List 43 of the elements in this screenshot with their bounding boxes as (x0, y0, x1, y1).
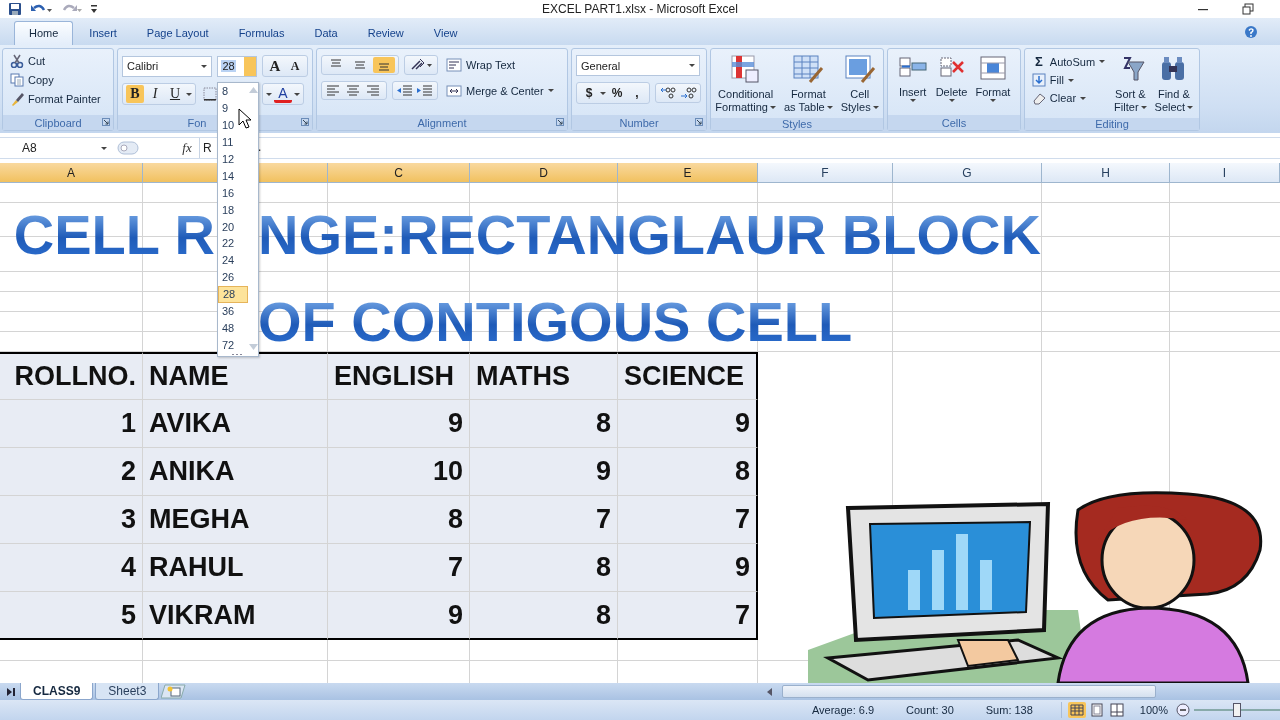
table-cell: AVIKA (143, 400, 328, 448)
group-label: Alignment (417, 116, 467, 129)
table-cell: 5 (0, 592, 143, 640)
table-cell: 8 (618, 448, 758, 496)
table-cell: 9 (328, 400, 470, 448)
table-cell: 7 (618, 592, 758, 640)
header-cell: ENGLISH (328, 352, 470, 400)
window-title: EXCEL PART1.xlsx - Microsoft Excel (542, 2, 738, 16)
table-cell: 8 (470, 400, 618, 448)
status-text: Average: 6.9 (811, 704, 875, 716)
header-cell: NAME (143, 352, 328, 400)
table-cell: 9 (618, 400, 758, 448)
group-label: Cells (941, 116, 967, 129)
table-cell: VIKRAM (143, 592, 328, 640)
group-label: Styles (782, 118, 812, 130)
group-label: Number (619, 116, 659, 129)
header-cell: SCIENCE (618, 352, 758, 400)
status-text: Sum: 138 (985, 704, 1033, 716)
table-cell: 8 (328, 496, 470, 544)
table-cell: RAHUL (143, 544, 328, 592)
group-label: Editing (1095, 118, 1129, 130)
table-cell: 1 (0, 400, 143, 448)
table-cell: 4 (0, 544, 143, 592)
table-cell: 7 (328, 544, 470, 592)
table-cell: 3 (0, 496, 143, 544)
header-cell: ROLLNO. (0, 352, 143, 400)
table-cell: 7 (618, 496, 758, 544)
formula-text: R (203, 141, 212, 155)
table-cell: 8 (470, 592, 618, 640)
table-cell: 9 (328, 592, 470, 640)
table-cell: 10 (328, 448, 470, 496)
formula-text: . (258, 140, 262, 154)
status-text: Count: 30 (906, 704, 954, 716)
table-cell: MEGHA (143, 496, 328, 544)
table-cell: 9 (470, 448, 618, 496)
header-cell: MATHS (470, 352, 618, 400)
table-cell: ANIKA (143, 448, 328, 496)
group-label: Fon (187, 116, 207, 129)
table-cell: 8 (470, 544, 618, 592)
group-label: Clipboard (34, 116, 82, 129)
table-cell: 9 (618, 544, 758, 592)
table-cell: 7 (470, 496, 618, 544)
table-cell: 2 (0, 448, 143, 496)
